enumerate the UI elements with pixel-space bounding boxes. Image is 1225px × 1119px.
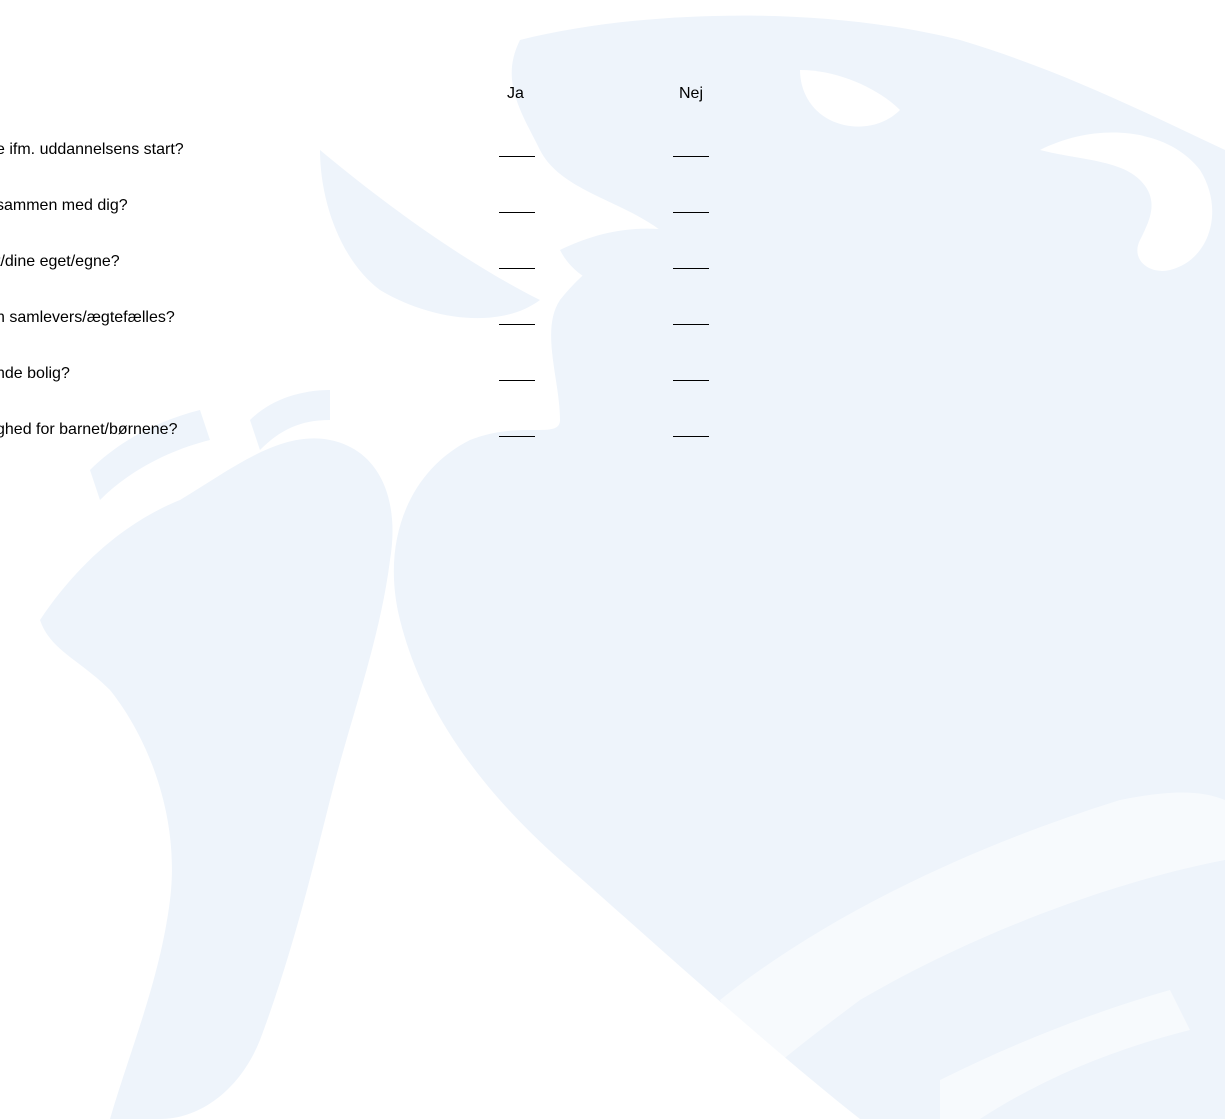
question-text: t/dine eget/egne? — [0, 253, 120, 270]
question-row: e ifm. uddannelsens start? — [0, 140, 1225, 164]
answer-blank-no[interactable] — [673, 436, 709, 437]
answer-blank-yes[interactable] — [499, 380, 535, 381]
question-text: n samlevers/ægtefælles? — [0, 309, 175, 326]
column-header-no: Nej — [679, 85, 704, 102]
heraldic-lion-watermark-icon — [40, 15, 1225, 1119]
document-page: Ja Nej e ifm. uddannelsens start? sammen… — [0, 0, 1225, 1119]
question-row: ghed for barnet/børnene? — [0, 420, 1225, 444]
answer-blank-no[interactable] — [673, 380, 709, 381]
column-header-yes: Ja — [507, 85, 524, 102]
answer-blank-no[interactable] — [673, 212, 709, 213]
question-text: ghed for barnet/børnene? — [0, 421, 178, 438]
question-text: nde bolig? — [0, 365, 70, 382]
answer-blank-no[interactable] — [673, 324, 709, 325]
question-row: n samlevers/ægtefælles? — [0, 308, 1225, 332]
answer-blank-yes[interactable] — [499, 212, 535, 213]
answer-blank-yes[interactable] — [499, 324, 535, 325]
answer-blank-yes[interactable] — [499, 268, 535, 269]
question-row: nde bolig? — [0, 364, 1225, 388]
answer-blank-no[interactable] — [673, 268, 709, 269]
question-row: sammen med dig? — [0, 196, 1225, 220]
question-text: e ifm. uddannelsens start? — [0, 141, 184, 158]
question-row: t/dine eget/egne? — [0, 252, 1225, 276]
answer-blank-yes[interactable] — [499, 436, 535, 437]
question-text: sammen med dig? — [0, 197, 128, 214]
answer-blank-no[interactable] — [673, 156, 709, 157]
answer-blank-yes[interactable] — [499, 156, 535, 157]
